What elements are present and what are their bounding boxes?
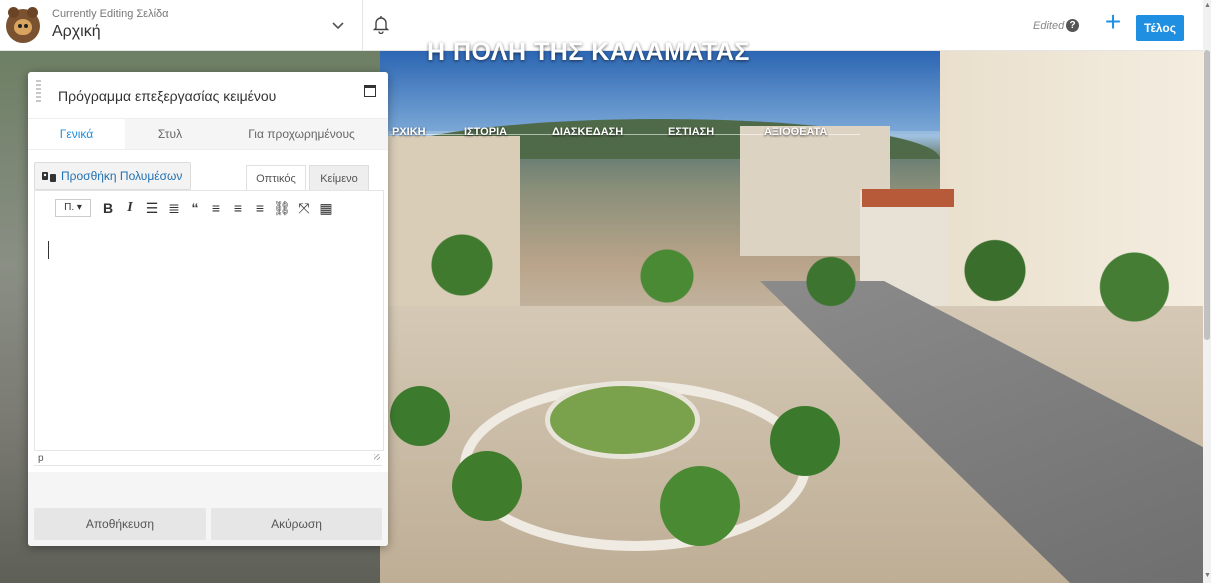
- element-path: p: [38, 453, 44, 464]
- align-left-icon[interactable]: ≡: [207, 198, 225, 218]
- chevron-down-icon[interactable]: [330, 17, 346, 33]
- tab-general[interactable]: Γενικά: [28, 119, 125, 149]
- scroll-up-icon[interactable]: ▲: [1204, 2, 1211, 9]
- toolbar-toggle-icon[interactable]: ▦: [317, 198, 335, 218]
- nav-item-dining[interactable]: ΕΣΤΙΑΣΗ: [668, 126, 714, 138]
- nav-item-history[interactable]: ΙΣΤΟΡΙΑ: [464, 126, 507, 138]
- tab-visual[interactable]: Οπτικός: [246, 165, 306, 192]
- italic-icon[interactable]: I: [123, 198, 137, 218]
- editor-statusbar: p: [34, 450, 382, 466]
- add-media-label: Προσθήκη Πολυμέσων: [61, 169, 183, 183]
- resize-handle-icon[interactable]: [374, 454, 380, 460]
- beaver-logo-icon[interactable]: [6, 7, 40, 43]
- bell-icon[interactable]: [372, 14, 390, 34]
- currently-editing-label: Currently Editing Σελίδα: [52, 8, 169, 20]
- tab-text[interactable]: Κείμενο: [309, 165, 369, 193]
- blockquote-icon[interactable]: “: [187, 198, 203, 218]
- drag-handle[interactable]: [36, 80, 41, 104]
- divider: [362, 0, 363, 50]
- maximize-icon[interactable]: [364, 85, 376, 97]
- save-button[interactable]: Αποθήκευση: [34, 508, 206, 540]
- add-media-icon: [42, 171, 56, 182]
- done-button[interactable]: Τέλος: [1136, 15, 1184, 41]
- panel-title: Πρόγραμμα επεξεργασίας κειμένου: [58, 88, 277, 104]
- nav-item-entertainment[interactable]: ΔΙΑΣΚΕΔΑΣΗ: [552, 126, 623, 138]
- cancel-button[interactable]: Ακύρωση: [211, 508, 382, 540]
- edited-status: Edited: [1033, 20, 1065, 32]
- bullet-list-icon[interactable]: ☰: [143, 198, 161, 218]
- tab-style[interactable]: Στυλ: [125, 119, 215, 149]
- help-icon[interactable]: ?: [1066, 19, 1079, 32]
- format-select[interactable]: Π. ▾: [55, 199, 91, 217]
- plus-icon[interactable]: +: [1100, 8, 1126, 36]
- fullscreen-icon[interactable]: ⤧: [295, 198, 313, 218]
- tab-advanced[interactable]: Για προχωρημένους: [215, 119, 388, 149]
- align-right-icon[interactable]: ≡: [251, 198, 269, 218]
- site-navigation: ΡΧΙΚΗ ΙΣΤΟΡΙΑ ΔΙΑΣΚΕΔΑΣΗ ΕΣΤΙΑΣΗ ΑΞΙΟΘΕΑ…: [380, 126, 880, 142]
- add-media-button[interactable]: Προσθήκη Πολυμέσων: [34, 162, 192, 190]
- scroll-down-icon[interactable]: ▼: [1204, 572, 1211, 579]
- text-caret: [48, 241, 49, 259]
- editor-toolbar: Π. ▾ B I ☰ ≣ “ ≡ ≡ ≡ ⛓ ⤧ ▦: [34, 190, 384, 225]
- nav-item-home[interactable]: ΡΧΙΚΗ: [392, 126, 426, 138]
- nav-item-sights[interactable]: ΑΞΙΟΘΕΑΤΑ: [764, 126, 827, 138]
- settings-tabs: Γενικά Στυλ Για προχωρημένους: [28, 118, 388, 150]
- site-title: Η ΠΟΛΗ ΤΗΣ ΚΑΛΑΜΑΤΑΣ: [427, 38, 750, 66]
- page-name[interactable]: Αρχική: [52, 23, 101, 41]
- numbered-list-icon[interactable]: ≣: [165, 198, 183, 218]
- text-editor-area[interactable]: [34, 224, 384, 451]
- link-icon[interactable]: ⛓: [273, 198, 291, 218]
- bold-icon[interactable]: B: [101, 198, 115, 218]
- scrollbar-thumb[interactable]: [1204, 50, 1210, 340]
- page-scrollbar[interactable]: ▲ ▼: [1203, 0, 1211, 583]
- panel-footer: Αποθήκευση Ακύρωση: [28, 472, 388, 546]
- text-editor-panel: Πρόγραμμα επεξεργασίας κειμένου Γενικά Σ…: [28, 72, 388, 546]
- align-center-icon[interactable]: ≡: [229, 198, 247, 218]
